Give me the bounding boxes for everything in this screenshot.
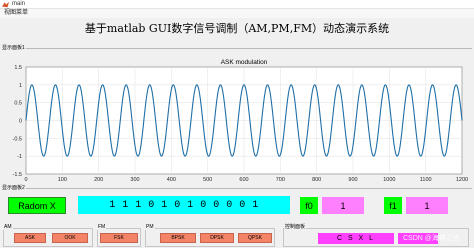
x-tick-label-10: 1000 xyxy=(383,177,395,183)
x-tick-label-7: 700 xyxy=(276,177,285,183)
y-tick-label-0: 1.5 xyxy=(14,65,22,71)
f1-input[interactable]: 1 xyxy=(406,197,448,214)
radom-x-button[interactable]: Radom X xyxy=(8,197,66,214)
y-tick-label-2: 0.5 xyxy=(14,101,22,107)
x-tick-label-5: 500 xyxy=(203,177,212,183)
y-tick-label-5: -1 xyxy=(17,154,22,160)
menu-bar: 视图菜单 xyxy=(0,9,474,18)
bpsk-button[interactable]: BPSK xyxy=(160,233,196,243)
ask-button[interactable]: ASK xyxy=(14,233,46,243)
x-tick-label-4: 400 xyxy=(167,177,176,183)
f0-label: f0 xyxy=(300,197,318,214)
am-group-label: AM xyxy=(3,224,13,230)
control-group-label: 控制面板 xyxy=(284,224,307,230)
bit-sequence-display: 1 1 1 0 1 0 1 0 0 0 0 1 xyxy=(78,196,290,214)
ook-button[interactable]: OOK xyxy=(52,233,88,243)
panel2-label: 显示面板2 xyxy=(2,185,25,191)
y-tick-label-3: 0 xyxy=(19,119,22,125)
f1-label: f1 xyxy=(384,197,402,214)
panel2-border xyxy=(26,188,472,189)
x-tick-label-3: 300 xyxy=(130,177,139,183)
y-tick-label-4: -0.5 xyxy=(13,136,22,142)
f0-input[interactable]: 1 xyxy=(322,197,364,214)
matlab-icon xyxy=(2,1,9,8)
y-tick-label-1: 1 xyxy=(19,83,22,89)
csdn-watermark: CSDN @海神之光 xyxy=(403,235,460,242)
dpsk-button[interactable]: DPSK xyxy=(200,233,234,243)
pm-group-label: PM xyxy=(145,224,155,230)
x-tick-label-2: 200 xyxy=(94,177,103,183)
y-tick-label-6: -1.5 xyxy=(13,172,22,178)
x-tick-label-0: 0 xyxy=(24,177,27,183)
panel1-border xyxy=(26,48,472,49)
window-title: main xyxy=(12,1,26,7)
x-tick-label-6: 600 xyxy=(239,177,248,183)
page-title: 基于matlab GUI数字信号调制（AM,PM,FM）动态演示系统 xyxy=(84,22,390,35)
ask-modulation-chart: 1.510.50-0.5-1-1.50 100 200 300 400 500 600 700… xyxy=(13,59,469,183)
qpsk-button[interactable]: QPSK xyxy=(238,233,272,243)
x-tick-label-1: 100 xyxy=(58,177,67,183)
x-tick-label-12: 1200 xyxy=(456,177,468,183)
title-bar: main xyxy=(0,0,474,9)
chart-title: ASK modulation xyxy=(221,59,268,66)
panel1-label: 显示面板1 xyxy=(2,45,25,51)
csxl-button[interactable]: C S X L xyxy=(318,233,394,244)
fsk-button[interactable]: FSK xyxy=(100,233,138,243)
menu-view[interactable]: 视图菜单 xyxy=(4,9,28,18)
x-tick-label-11: 1100 xyxy=(420,177,432,183)
fm-group-label: FM xyxy=(97,224,107,230)
x-tick-label-9: 900 xyxy=(348,177,357,183)
x-tick-label-8: 800 xyxy=(312,177,321,183)
